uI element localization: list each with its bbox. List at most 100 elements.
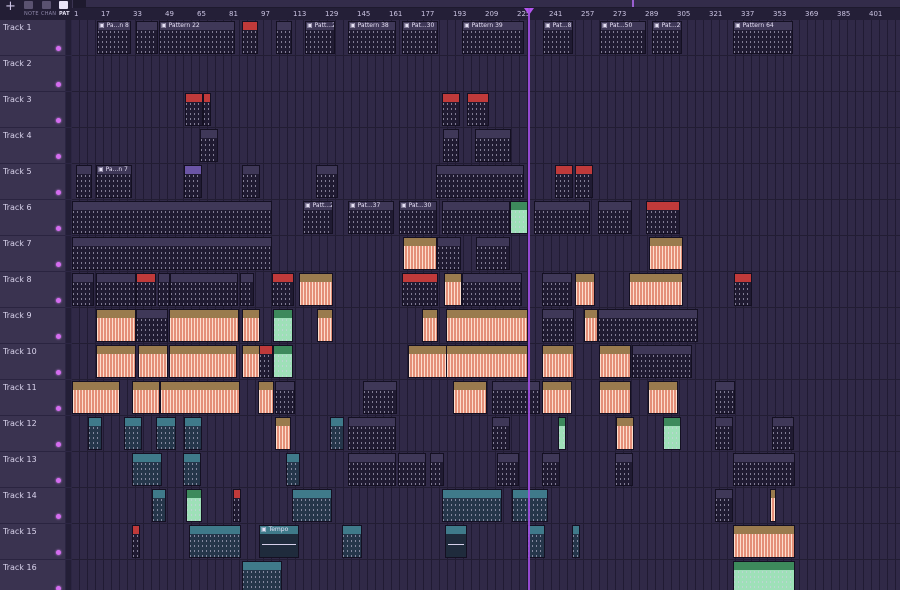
pattern-clip[interactable] xyxy=(430,453,444,486)
pattern-clip[interactable]: ▣ Pattern 39 xyxy=(462,21,524,54)
pattern-clip[interactable] xyxy=(715,417,733,450)
track-resize-handle[interactable] xyxy=(66,200,71,235)
pattern-clip[interactable] xyxy=(275,417,291,450)
track-header[interactable]: Track 11 xyxy=(0,380,71,416)
mode-chan-label[interactable]: CHAN xyxy=(41,11,56,17)
track-mute-led-icon[interactable] xyxy=(56,262,61,267)
pattern-clip[interactable] xyxy=(124,417,142,450)
track-resize-handle[interactable] xyxy=(66,236,71,271)
pattern-clip[interactable] xyxy=(242,345,260,378)
pattern-clip[interactable] xyxy=(156,417,176,450)
pattern-clip[interactable]: ▣ Pa...n 8 xyxy=(97,21,131,54)
pattern-clip[interactable]: ▣ Patt...25 xyxy=(305,21,335,54)
pattern-clip[interactable] xyxy=(492,417,510,450)
pattern-clip[interactable] xyxy=(183,453,201,486)
track-lane[interactable] xyxy=(72,92,900,128)
pattern-clip[interactable] xyxy=(443,129,459,162)
track-resize-handle[interactable] xyxy=(66,524,71,559)
track-lane[interactable]: ▣ Patt...25 ▣ Pat...37 ▣ Pat...30 xyxy=(72,200,900,236)
pattern-clip[interactable] xyxy=(772,417,794,450)
track-lane[interactable] xyxy=(72,344,900,380)
pattern-clip[interactable]: ▣ Pat...30 xyxy=(399,201,437,234)
pattern-clip[interactable] xyxy=(88,417,102,450)
pattern-clip[interactable] xyxy=(138,345,168,378)
pattern-clip[interactable] xyxy=(286,453,300,486)
pattern-clip[interactable] xyxy=(242,309,260,342)
track-header[interactable]: Track 3 xyxy=(0,92,71,128)
pattern-clip[interactable] xyxy=(453,381,487,414)
pattern-clip[interactable] xyxy=(446,309,528,342)
pattern-clip[interactable] xyxy=(512,489,548,522)
track-lane[interactable] xyxy=(72,236,900,272)
track-mute-led-icon[interactable] xyxy=(56,478,61,483)
pattern-clip[interactable] xyxy=(136,273,156,306)
track-lane[interactable] xyxy=(72,380,900,416)
pattern-clip[interactable] xyxy=(316,165,338,198)
mode-pat-label[interactable]: PAT xyxy=(59,11,70,17)
pattern-clip[interactable] xyxy=(184,417,202,450)
pattern-clip[interactable] xyxy=(770,489,776,522)
pattern-clip[interactable] xyxy=(185,93,203,126)
track-lane[interactable]: ▣ Tempo xyxy=(72,524,900,560)
track-lane[interactable] xyxy=(72,452,900,488)
track-resize-handle[interactable] xyxy=(66,128,71,163)
pattern-clip[interactable] xyxy=(398,453,426,486)
pattern-clip[interactable]: ▣ Pattern 22 xyxy=(159,21,235,54)
pattern-clip[interactable] xyxy=(242,561,282,590)
pattern-clip[interactable] xyxy=(445,525,467,558)
pattern-clip[interactable]: ▣ Pat...30 xyxy=(402,21,438,54)
pattern-clip[interactable] xyxy=(558,417,566,450)
pattern-clip[interactable] xyxy=(446,345,528,378)
pattern-mode-icon[interactable] xyxy=(59,1,68,9)
pattern-clip[interactable]: ▣ Pattern 38 xyxy=(348,21,396,54)
track-mute-led-icon[interactable] xyxy=(56,334,61,339)
pattern-clip[interactable] xyxy=(96,309,136,342)
track-resize-handle[interactable] xyxy=(66,344,71,379)
track-lane[interactable] xyxy=(72,560,900,590)
track-lane[interactable] xyxy=(72,416,900,452)
pattern-clip[interactable]: ▣ Pat...50 xyxy=(600,21,646,54)
pattern-clip[interactable]: ▣ Pattern 64 xyxy=(733,21,793,54)
track-header[interactable]: Track 8 xyxy=(0,272,71,308)
pattern-clip[interactable]: ▣ Pat...8 xyxy=(543,21,573,54)
pattern-clip[interactable] xyxy=(615,453,633,486)
pattern-clip[interactable] xyxy=(542,345,574,378)
pattern-clip[interactable] xyxy=(444,273,462,306)
pattern-clip[interactable] xyxy=(233,489,241,522)
pattern-clip[interactable] xyxy=(160,381,240,414)
pattern-clip[interactable] xyxy=(273,345,293,378)
pattern-clip[interactable] xyxy=(663,417,681,450)
track-mute-led-icon[interactable] xyxy=(56,586,61,590)
pattern-clip[interactable] xyxy=(442,201,510,234)
track-header[interactable]: Track 15 xyxy=(0,524,71,560)
pattern-clip[interactable] xyxy=(169,309,239,342)
pattern-clip[interactable]: ▣ Patt...25 xyxy=(303,201,333,234)
pattern-clip[interactable] xyxy=(598,201,632,234)
pattern-clip[interactable]: ▣ Pa...n 7 xyxy=(96,165,132,198)
track-header[interactable]: Track 1 xyxy=(0,20,71,56)
channel-mode-icon[interactable] xyxy=(42,1,51,9)
pattern-clip[interactable] xyxy=(76,165,92,198)
pattern-clip[interactable] xyxy=(258,381,274,414)
track-header[interactable]: Track 14 xyxy=(0,488,71,524)
track-mute-led-icon[interactable] xyxy=(56,190,61,195)
pattern-clip[interactable] xyxy=(422,309,438,342)
pattern-clip[interactable] xyxy=(572,525,580,558)
track-mute-led-icon[interactable] xyxy=(56,118,61,123)
pattern-clip[interactable] xyxy=(132,525,140,558)
pattern-clip[interactable] xyxy=(510,201,528,234)
pattern-clip[interactable] xyxy=(158,273,170,306)
pattern-clip[interactable] xyxy=(649,237,683,270)
pattern-clip[interactable] xyxy=(542,273,572,306)
pattern-clip[interactable] xyxy=(189,525,241,558)
pattern-clip[interactable] xyxy=(136,21,158,54)
track-resize-handle[interactable] xyxy=(66,164,71,199)
track-resize-handle[interactable] xyxy=(66,92,71,127)
track-lane[interactable] xyxy=(72,56,900,92)
track-resize-handle[interactable] xyxy=(66,452,71,487)
track-resize-handle[interactable] xyxy=(66,20,71,55)
track-mute-led-icon[interactable] xyxy=(56,298,61,303)
pattern-clip[interactable] xyxy=(599,381,631,414)
pattern-clip[interactable] xyxy=(616,417,634,450)
pattern-clip[interactable] xyxy=(733,525,795,558)
